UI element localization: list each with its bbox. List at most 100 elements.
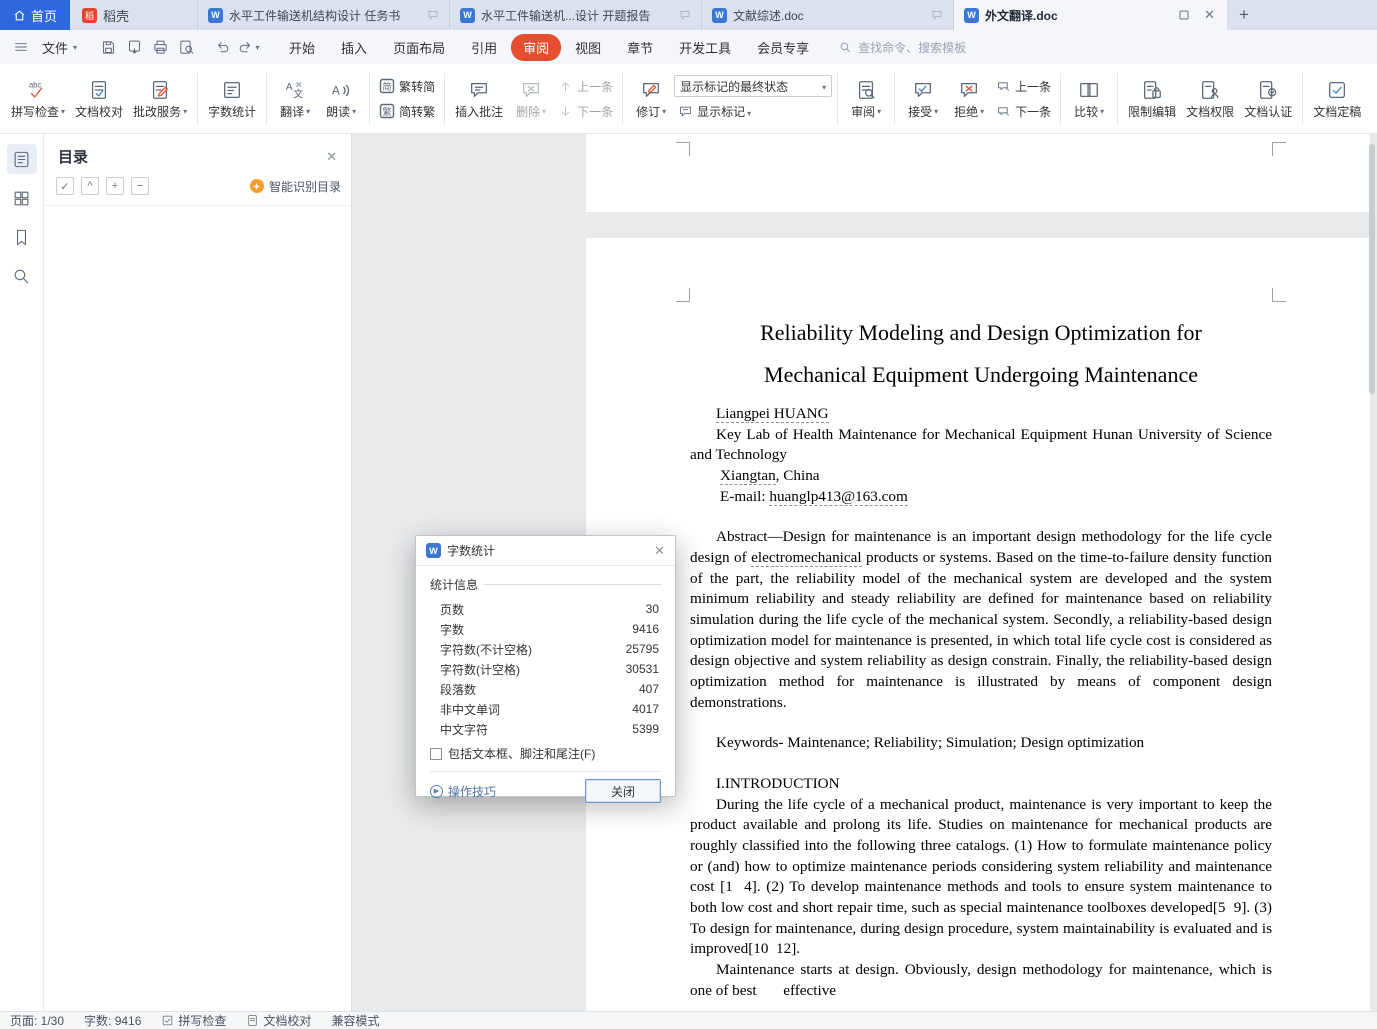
group-divider xyxy=(484,584,661,585)
detach-window-icon[interactable] xyxy=(1178,9,1190,21)
word-count-label: 字数统计 xyxy=(208,105,257,119)
toc-expand-button[interactable]: + xyxy=(106,177,124,195)
docer-tab[interactable]: 稻 稻壳 xyxy=(70,0,198,30)
toc-close-icon[interactable]: ✕ xyxy=(326,149,337,165)
prev-comment-button[interactable]: 上一条 xyxy=(554,75,617,97)
spell-check-button[interactable]: abc 拼写检查 xyxy=(6,68,70,130)
read-aloud-button[interactable]: A 朗读 xyxy=(318,68,364,130)
window-tab-bar: 首页 稻 稻壳 W 水平工件输送机结构设计 任务书 W 水平工件输送机...设计… xyxy=(0,0,1377,30)
svg-text:A: A xyxy=(332,84,340,98)
doc-tab-wenxianzongshu[interactable]: W 文献综述.doc xyxy=(702,0,954,30)
toc-collapse-button[interactable]: ^ xyxy=(81,177,99,195)
ribbon-tab-section[interactable]: 章节 xyxy=(615,34,665,61)
review-mode-button[interactable]: 审阅 xyxy=(843,68,889,130)
docer-icon: 稻 xyxy=(82,7,97,23)
main-menu-icon[interactable] xyxy=(8,34,34,60)
undo-icon[interactable] xyxy=(209,34,235,60)
wps-writer-icon: W xyxy=(712,7,727,23)
operation-tips-link[interactable]: ▶ 操作技巧 xyxy=(430,783,496,800)
next-change-button[interactable]: 下一条 xyxy=(992,100,1055,122)
ribbon-tab-bar: 开始 插入 页面布局 引用 审阅 视图 章节 开发工具 会员专享 xyxy=(277,33,821,61)
toc-fold-button[interactable]: − xyxy=(131,177,149,195)
doc-tab-renwushu[interactable]: W 水平工件输送机结构设计 任务书 xyxy=(198,0,450,30)
reject-change-label: 拒绝 xyxy=(954,105,979,119)
ribbon-tab-view[interactable]: 视图 xyxy=(563,34,613,61)
word-count-dialog-titlebar[interactable]: W 字数统计 ✕ xyxy=(416,536,675,566)
file-menu[interactable]: 文件 xyxy=(34,34,85,60)
grading-service-button[interactable]: 批改服务 xyxy=(128,68,192,130)
redo-icon[interactable] xyxy=(235,34,261,60)
toc-select-all-button[interactable]: ✓ xyxy=(56,177,74,195)
word-count-indicator[interactable]: 字数: 9416 xyxy=(84,1012,141,1029)
ribbon-tab-insert[interactable]: 插入 xyxy=(329,34,379,61)
close-tab-icon[interactable]: ✕ xyxy=(1204,7,1215,23)
ribbon-tab-references[interactable]: 引用 xyxy=(459,34,509,61)
svg-text:A: A xyxy=(286,82,293,93)
new-tab-button[interactable]: + xyxy=(1227,0,1261,30)
bookmark-panel-icon[interactable] xyxy=(7,222,37,252)
save-icon[interactable] xyxy=(95,34,121,60)
ribbon-tab-start[interactable]: 开始 xyxy=(277,34,327,61)
checkbox-box[interactable] xyxy=(430,747,442,760)
doc-tab-kaitibaogao[interactable]: W 水平工件输送机...设计 开题报告 xyxy=(450,0,702,30)
translate-button[interactable]: A文 翻译 xyxy=(272,68,318,130)
show-markup-button[interactable]: 显示标记 xyxy=(674,100,832,122)
command-search[interactable]: 查找命令、搜索模板 xyxy=(839,39,966,56)
print-preview-icon[interactable] xyxy=(173,34,199,60)
export-icon[interactable] xyxy=(121,34,147,60)
compare-button[interactable]: 比较 xyxy=(1066,68,1112,130)
word-count-button[interactable]: 字数统计 xyxy=(203,68,261,130)
word-count-dialog: W 字数统计 ✕ 统计信息 页数 30 字数 9416 字符数(不计空格) 25795… xyxy=(415,535,676,803)
prev-change-button[interactable]: 上一条 xyxy=(992,75,1055,97)
spellcheck-toggle[interactable]: 拼写检查 xyxy=(161,1012,226,1029)
restrict-editing-button[interactable]: 限制编辑 xyxy=(1123,68,1181,130)
next-comment-button[interactable]: 下一条 xyxy=(554,100,617,122)
delete-comment-button[interactable]: 删除 xyxy=(508,68,554,130)
command-search-placeholder: 查找命令、搜索模板 xyxy=(858,40,967,55)
markup-state-select[interactable]: 显示标记的最终状态 xyxy=(674,75,833,97)
status-bar: 页面: 1/30 字数: 9416 拼写检查 文档校对 兼容模式 xyxy=(0,1011,1377,1029)
section-heading-introduction: I.INTRODUCTION xyxy=(716,775,840,793)
smart-toc-icon xyxy=(249,179,264,193)
doc-proof-button[interactable]: 文档校对 xyxy=(70,68,128,130)
page-indicator[interactable]: 页面: 1/30 xyxy=(10,1012,64,1029)
print-icon[interactable] xyxy=(147,34,173,60)
doc-certify-button[interactable]: 文档认证 xyxy=(1239,68,1297,130)
include-textbox-checkbox[interactable]: 包括文本框、脚注和尾注(F) xyxy=(430,745,661,762)
keywords-line: Keywords- Maintenance; Reliability; Simu… xyxy=(716,734,1145,752)
doc-tab-label: 文献综述.doc xyxy=(733,8,804,23)
tab-status-icon xyxy=(427,9,439,21)
ribbon-tab-devtools[interactable]: 开发工具 xyxy=(667,34,743,61)
wps-writer-icon: W xyxy=(208,7,223,23)
previous-page-bottom xyxy=(586,134,1370,212)
dialog-close-icon[interactable]: ✕ xyxy=(654,543,665,559)
doc-proof-toggle[interactable]: 文档校对 xyxy=(246,1012,311,1029)
doc-certify-label: 文档认证 xyxy=(1244,105,1293,119)
doc-finalize-button[interactable]: 文档定稿 xyxy=(1308,68,1366,130)
insert-comment-button[interactable]: 插入批注 xyxy=(450,68,508,130)
home-tab[interactable]: 首页 xyxy=(0,0,70,30)
ribbon-toolbar: abc 拼写检查 文档校对 批改服务 字数统计 A文 翻译 A 朗读 简 繁转简… xyxy=(0,64,1377,134)
ribbon-tab-member[interactable]: 会员专享 xyxy=(745,34,821,61)
outline-panel-icon[interactable] xyxy=(6,144,37,174)
annotation-panel-icon[interactable] xyxy=(7,183,37,213)
email-label: E-mail: xyxy=(720,487,770,505)
document-page[interactable]: Reliability Modeling and Design Optimiza… xyxy=(586,238,1370,1011)
vertical-scrollbar[interactable] xyxy=(1369,144,1375,394)
simp-to-trad-button[interactable]: 繁 简转繁 xyxy=(375,100,439,122)
smart-toc-button[interactable]: 智能识别目录 xyxy=(249,178,341,195)
doc-proof-label: 文档校对 xyxy=(75,105,124,119)
checkbox-label: 包括文本框、脚注和尾注(F) xyxy=(448,747,596,761)
trad-to-simp-button[interactable]: 简 繁转简 xyxy=(375,75,439,97)
doc-permission-button[interactable]: 文档权限 xyxy=(1181,68,1239,130)
ribbon-tab-page-layout[interactable]: 页面布局 xyxy=(381,34,457,61)
close-button[interactable]: 关闭 xyxy=(585,779,661,803)
intro-paragraph-1: During the life cycle of a mechanical pr… xyxy=(690,795,1276,958)
reject-change-button[interactable]: 拒绝 xyxy=(946,68,992,130)
find-panel-icon[interactable] xyxy=(7,261,37,291)
track-changes-button[interactable]: 修订 xyxy=(628,68,674,130)
docer-tab-label: 稻壳 xyxy=(103,8,130,24)
accept-change-button[interactable]: 接受 xyxy=(900,68,946,130)
doc-tab-waiwenfanyi-active[interactable]: W 外文翻译.doc xyxy=(954,0,1166,30)
ribbon-tab-review[interactable]: 审阅 xyxy=(511,33,562,61)
